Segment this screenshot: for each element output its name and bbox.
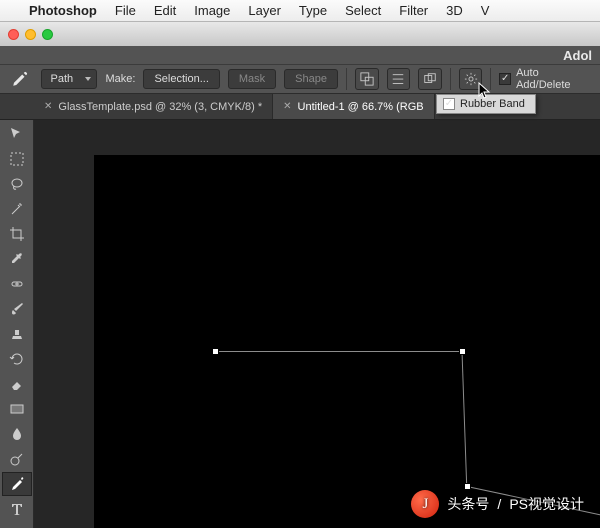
auto-add-delete-checkbox[interactable]: [499, 73, 511, 85]
crop-tool[interactable]: [2, 222, 32, 246]
app-title-row: Adol: [0, 46, 600, 64]
auto-add-delete-option[interactable]: Auto Add/Delete: [499, 67, 594, 91]
path-anchor[interactable]: [212, 348, 219, 355]
brush-tool[interactable]: [2, 297, 32, 321]
menu-file[interactable]: File: [106, 3, 145, 18]
menu-filter[interactable]: Filter: [390, 3, 437, 18]
tool-mode-value: Path: [50, 73, 73, 85]
window-minimize-button[interactable]: [25, 29, 36, 40]
path-segment[interactable]: [215, 351, 462, 352]
gear-icon: [464, 72, 478, 86]
pen-options-flyout: Rubber Band: [436, 94, 536, 114]
menu-edit[interactable]: Edit: [145, 3, 185, 18]
macos-menu-bar: Photoshop File Edit Image Layer Type Sel…: [0, 0, 600, 22]
menu-layer[interactable]: Layer: [239, 3, 290, 18]
magic-wand-tool[interactable]: [2, 197, 32, 221]
lasso-tool[interactable]: [2, 172, 32, 196]
separator: [490, 68, 491, 90]
auto-add-delete-label: Auto Add/Delete: [516, 67, 594, 91]
gear-settings-button[interactable]: [459, 68, 483, 90]
make-mask-button[interactable]: Mask: [228, 69, 276, 89]
gradient-tool[interactable]: [2, 397, 32, 421]
close-tab-icon[interactable]: ✕: [283, 101, 291, 112]
path-anchor[interactable]: [464, 483, 471, 490]
canvas-area: [34, 120, 600, 528]
make-selection-button[interactable]: Selection...: [143, 69, 219, 89]
menu-image[interactable]: Image: [185, 3, 239, 18]
marquee-tool[interactable]: [2, 147, 32, 171]
separator: [346, 68, 347, 90]
menu-select[interactable]: Select: [336, 3, 390, 18]
type-tool[interactable]: [2, 497, 32, 521]
make-label: Make:: [105, 73, 135, 85]
watermark-name: PS视觉设计: [509, 494, 584, 514]
dodge-tool[interactable]: [2, 447, 32, 471]
path-alignment-button[interactable]: [387, 68, 411, 90]
document-tab[interactable]: ✕ GlassTemplate.psd @ 32% (3, CMYK/8) *: [34, 94, 273, 119]
watermark-logo-icon: J: [411, 490, 439, 518]
separator: [450, 68, 451, 90]
menu-app[interactable]: Photoshop: [20, 3, 106, 18]
workspace: J 头条号 / PS视觉设计: [0, 120, 600, 528]
rubber-band-label: Rubber Band: [460, 98, 525, 110]
document-tab-label: Untitled-1 @ 66.7% (RGB: [298, 101, 424, 113]
path-anchor[interactable]: [459, 348, 466, 355]
blur-tool[interactable]: [2, 422, 32, 446]
pen-tool[interactable]: [2, 472, 32, 496]
document-tab-label: GlassTemplate.psd @ 32% (3, CMYK/8) *: [58, 101, 262, 113]
path-operations-button[interactable]: [355, 68, 379, 90]
tool-mode-dropdown[interactable]: Path: [41, 69, 97, 89]
watermark: J 头条号 / PS视觉设计: [411, 490, 584, 518]
toolbox: [0, 120, 34, 528]
clone-stamp-tool[interactable]: [2, 322, 32, 346]
window-titlebar: [0, 22, 600, 46]
history-brush-tool[interactable]: [2, 347, 32, 371]
window-zoom-button[interactable]: [42, 29, 53, 40]
menu-type[interactable]: Type: [290, 3, 336, 18]
path-segment[interactable]: [462, 351, 468, 487]
close-tab-icon[interactable]: ✕: [44, 101, 52, 112]
eyedropper-tool[interactable]: [2, 247, 32, 271]
document-canvas[interactable]: [94, 155, 600, 528]
active-tool-indicator[interactable]: [6, 68, 33, 90]
document-tab-bar: ✕ GlassTemplate.psd @ 32% (3, CMYK/8) * …: [0, 94, 600, 120]
app-title-suffix: Adol: [563, 48, 592, 63]
watermark-source: 头条号: [447, 494, 489, 514]
options-bar: Path Make: Selection... Mask Shape Auto …: [0, 64, 600, 94]
rubber-band-checkbox[interactable]: [443, 98, 455, 110]
path-arrangement-button[interactable]: [418, 68, 442, 90]
healing-brush-tool[interactable]: [2, 272, 32, 296]
document-tab[interactable]: ✕ Untitled-1 @ 66.7% (RGB: [273, 94, 435, 119]
menu-view[interactable]: V: [472, 3, 499, 18]
make-shape-button[interactable]: Shape: [284, 69, 338, 89]
pen-icon: [11, 70, 29, 88]
eraser-tool[interactable]: [2, 372, 32, 396]
move-tool[interactable]: [2, 122, 32, 146]
menu-3d[interactable]: 3D: [437, 3, 472, 18]
window-close-button[interactable]: [8, 29, 19, 40]
